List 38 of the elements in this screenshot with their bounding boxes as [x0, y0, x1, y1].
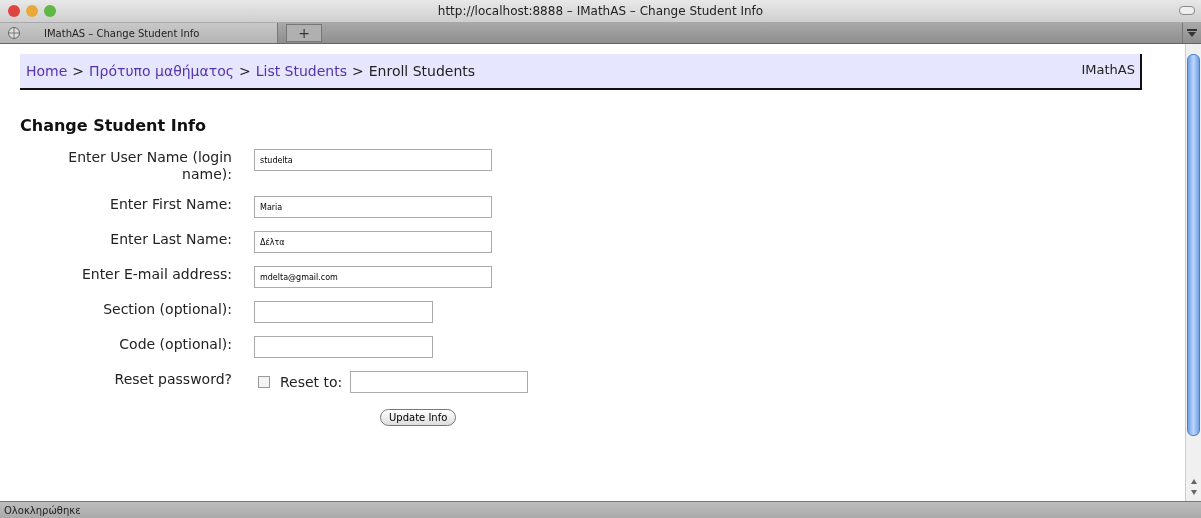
field-label: Enter Last Name: — [109, 231, 232, 248]
new-tab-button[interactable]: + — [286, 24, 322, 42]
checkbox[interactable] — [258, 376, 270, 388]
window-title: http://localhost:8888 – IMathAS – Change Student Info — [436, 4, 765, 18]
breadcrumb-link[interactable]: Home — [26, 63, 68, 79]
breadcrumb-link[interactable]: List Students — [255, 63, 347, 79]
field-label: Reset password? — [113, 371, 232, 388]
field-label: Code (optional): — [118, 336, 232, 353]
input-field[interactable]: studelta — [254, 149, 492, 171]
breadcrumb-separator: > — [72, 63, 85, 79]
scrollbar[interactable] — [1185, 44, 1201, 501]
input-field[interactable] — [254, 301, 433, 323]
field-label: Enter E-mail address: — [80, 266, 232, 283]
field-label: Enter First Name: — [109, 196, 232, 213]
page-heading: Change Student Info — [20, 116, 207, 135]
breadcrumb-separator: > — [238, 63, 251, 79]
input-field[interactable] — [350, 371, 529, 393]
breadcrumb-separator: > — [352, 63, 364, 79]
browser-tab[interactable]: IMathAS – Change Student Info — [0, 23, 278, 43]
status-text: Ολοκληρώθηκε — [4, 505, 81, 516]
zoom-button[interactable] — [44, 5, 56, 17]
close-button[interactable] — [8, 5, 20, 17]
update-button[interactable]: Update Info — [380, 409, 457, 426]
dropdown-icon[interactable] — [1187, 29, 1197, 37]
scroll-arrows-icon[interactable] — [1189, 477, 1198, 497]
input-field[interactable]: mdelta@gmail.com — [254, 266, 492, 288]
input-field[interactable] — [254, 336, 433, 358]
minimize-button[interactable] — [26, 5, 38, 17]
toolbar-toggle-button[interactable] — [1179, 6, 1195, 15]
field-label: Reset to: — [280, 374, 343, 390]
breadcrumb-current: Enroll Students — [368, 63, 476, 79]
field-label: Enter User Name (login name): — [67, 149, 232, 183]
input-field[interactable]: Δέλτα — [254, 231, 492, 253]
globe-icon — [8, 27, 20, 39]
breadcrumb-link[interactable]: Πρότυπο μαθήματος — [89, 63, 234, 79]
field-label: Section (optional): — [102, 301, 232, 318]
input-field[interactable]: Maria — [254, 196, 492, 218]
site-brand: IMathAS — [1081, 62, 1135, 77]
